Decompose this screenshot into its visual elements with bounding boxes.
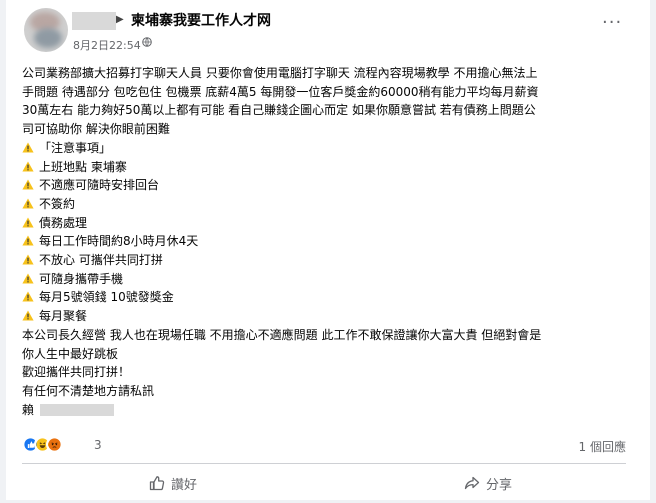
contact-prefix: 賴 <box>22 402 35 417</box>
list-item: 可隨身攜帶手機 <box>22 270 642 289</box>
list-item-label: 「注意事項」 <box>39 140 112 155</box>
triangle-right-icon: ▶ <box>116 14 124 25</box>
warning-icon <box>22 198 34 209</box>
more-options-icon[interactable]: ··· <box>602 12 622 33</box>
angry-icon <box>46 436 63 453</box>
globe-icon <box>142 37 152 47</box>
body-line: 公司業務部擴大招募打字聊天人員 只要你會使用電腦打字聊天 流程內容現場教學 不用… <box>22 66 538 80</box>
like-button[interactable]: 讚好 <box>149 473 197 493</box>
like-button-label: 讚好 <box>171 477 198 493</box>
list-item-label: 每月5號領錢 10號發獎金 <box>39 290 174 305</box>
post-card: ▶ 柬埔寨我要工作人才网 8月2日22:54 ··· 公司業務部擴大招募打字聊天… <box>6 0 650 503</box>
share-button-label: 分享 <box>486 477 513 493</box>
list-item: 每月聚餐 <box>22 307 642 326</box>
redacted-contact <box>40 403 115 416</box>
body-line: 手問題 待遇部分 包吃包住 包機票 底薪4萬5 每開發一位客戶獎金約60000稍… <box>22 84 539 99</box>
thumbs-up-icon <box>149 476 165 491</box>
list-item: 上班地點 柬埔寨 <box>22 158 642 177</box>
list-item: 「注意事項」 <box>22 139 642 158</box>
divider <box>22 463 626 464</box>
comment-count[interactable]: 1 個回應 <box>579 438 626 455</box>
body-line: 司可協助你 解決你眼前困難 <box>22 122 170 137</box>
warning-icon <box>22 179 34 190</box>
list-item: 債務處理 <box>22 214 642 233</box>
list-item: 不簽約 <box>22 195 642 214</box>
body-line: 有任何不清楚地方請私訊 <box>22 383 155 398</box>
warning-icon <box>22 161 34 172</box>
list-item: 不放心 可攜伴共同打拼 <box>22 251 642 270</box>
warning-icon <box>22 310 34 321</box>
warning-icon <box>22 217 34 228</box>
warning-icon <box>22 142 34 153</box>
list-item: 每月5號領錢 10號發獎金 <box>22 288 642 307</box>
list-item-label: 每日工作時間約8小時月休4天 <box>39 234 199 249</box>
warning-icon <box>22 291 34 302</box>
share-button[interactable]: 分享 <box>464 473 512 493</box>
post-timestamp[interactable]: 8月2日22:54 <box>73 37 141 53</box>
body-line: 30萬左右 能力夠好50萬以上都有可能 看自己賺錢企圖心而定 如果你願意嘗試 若… <box>22 103 536 118</box>
list-item-label: 不適應可隨時安排回台 <box>39 178 160 193</box>
list-item: 每日工作時間約8小時月休4天 <box>22 232 642 251</box>
list-item-label: 每月聚餐 <box>39 309 88 324</box>
redacted-author-name[interactable] <box>72 12 116 30</box>
list-item: 不適應可隨時安排回台 <box>22 176 642 195</box>
contact-line: 賴 <box>22 401 642 420</box>
list-item-label: 上班地點 柬埔寨 <box>39 159 127 174</box>
group-name[interactable]: 柬埔寨我要工作人才网 <box>131 10 271 30</box>
list-item-label: 不放心 可攜伴共同打拼 <box>39 253 163 268</box>
warning-icon <box>22 254 34 265</box>
list-item-label: 可隨身攜帶手機 <box>39 271 124 286</box>
list-item-label: 債務處理 <box>39 215 88 230</box>
post-body: 公司業務部擴大招募打字聊天人員 只要你會使用電腦打字聊天 流程內容現場教學 不用… <box>22 64 642 419</box>
body-line: 歡迎攜伴共同打拼！ <box>22 365 131 380</box>
body-line: 本公司長久經營 我人也在現場任職 不用擔心不適應問題 此工作不敢保證讓你大富大貴… <box>22 327 542 342</box>
body-line: 你人生中最好跳板 <box>22 346 119 361</box>
list-item-label: 不簽約 <box>39 196 76 211</box>
share-icon <box>464 476 480 490</box>
warning-icon <box>22 235 34 246</box>
avatar[interactable] <box>24 8 68 52</box>
reaction-count[interactable]: 3 <box>94 438 102 452</box>
warning-icon <box>22 273 34 284</box>
